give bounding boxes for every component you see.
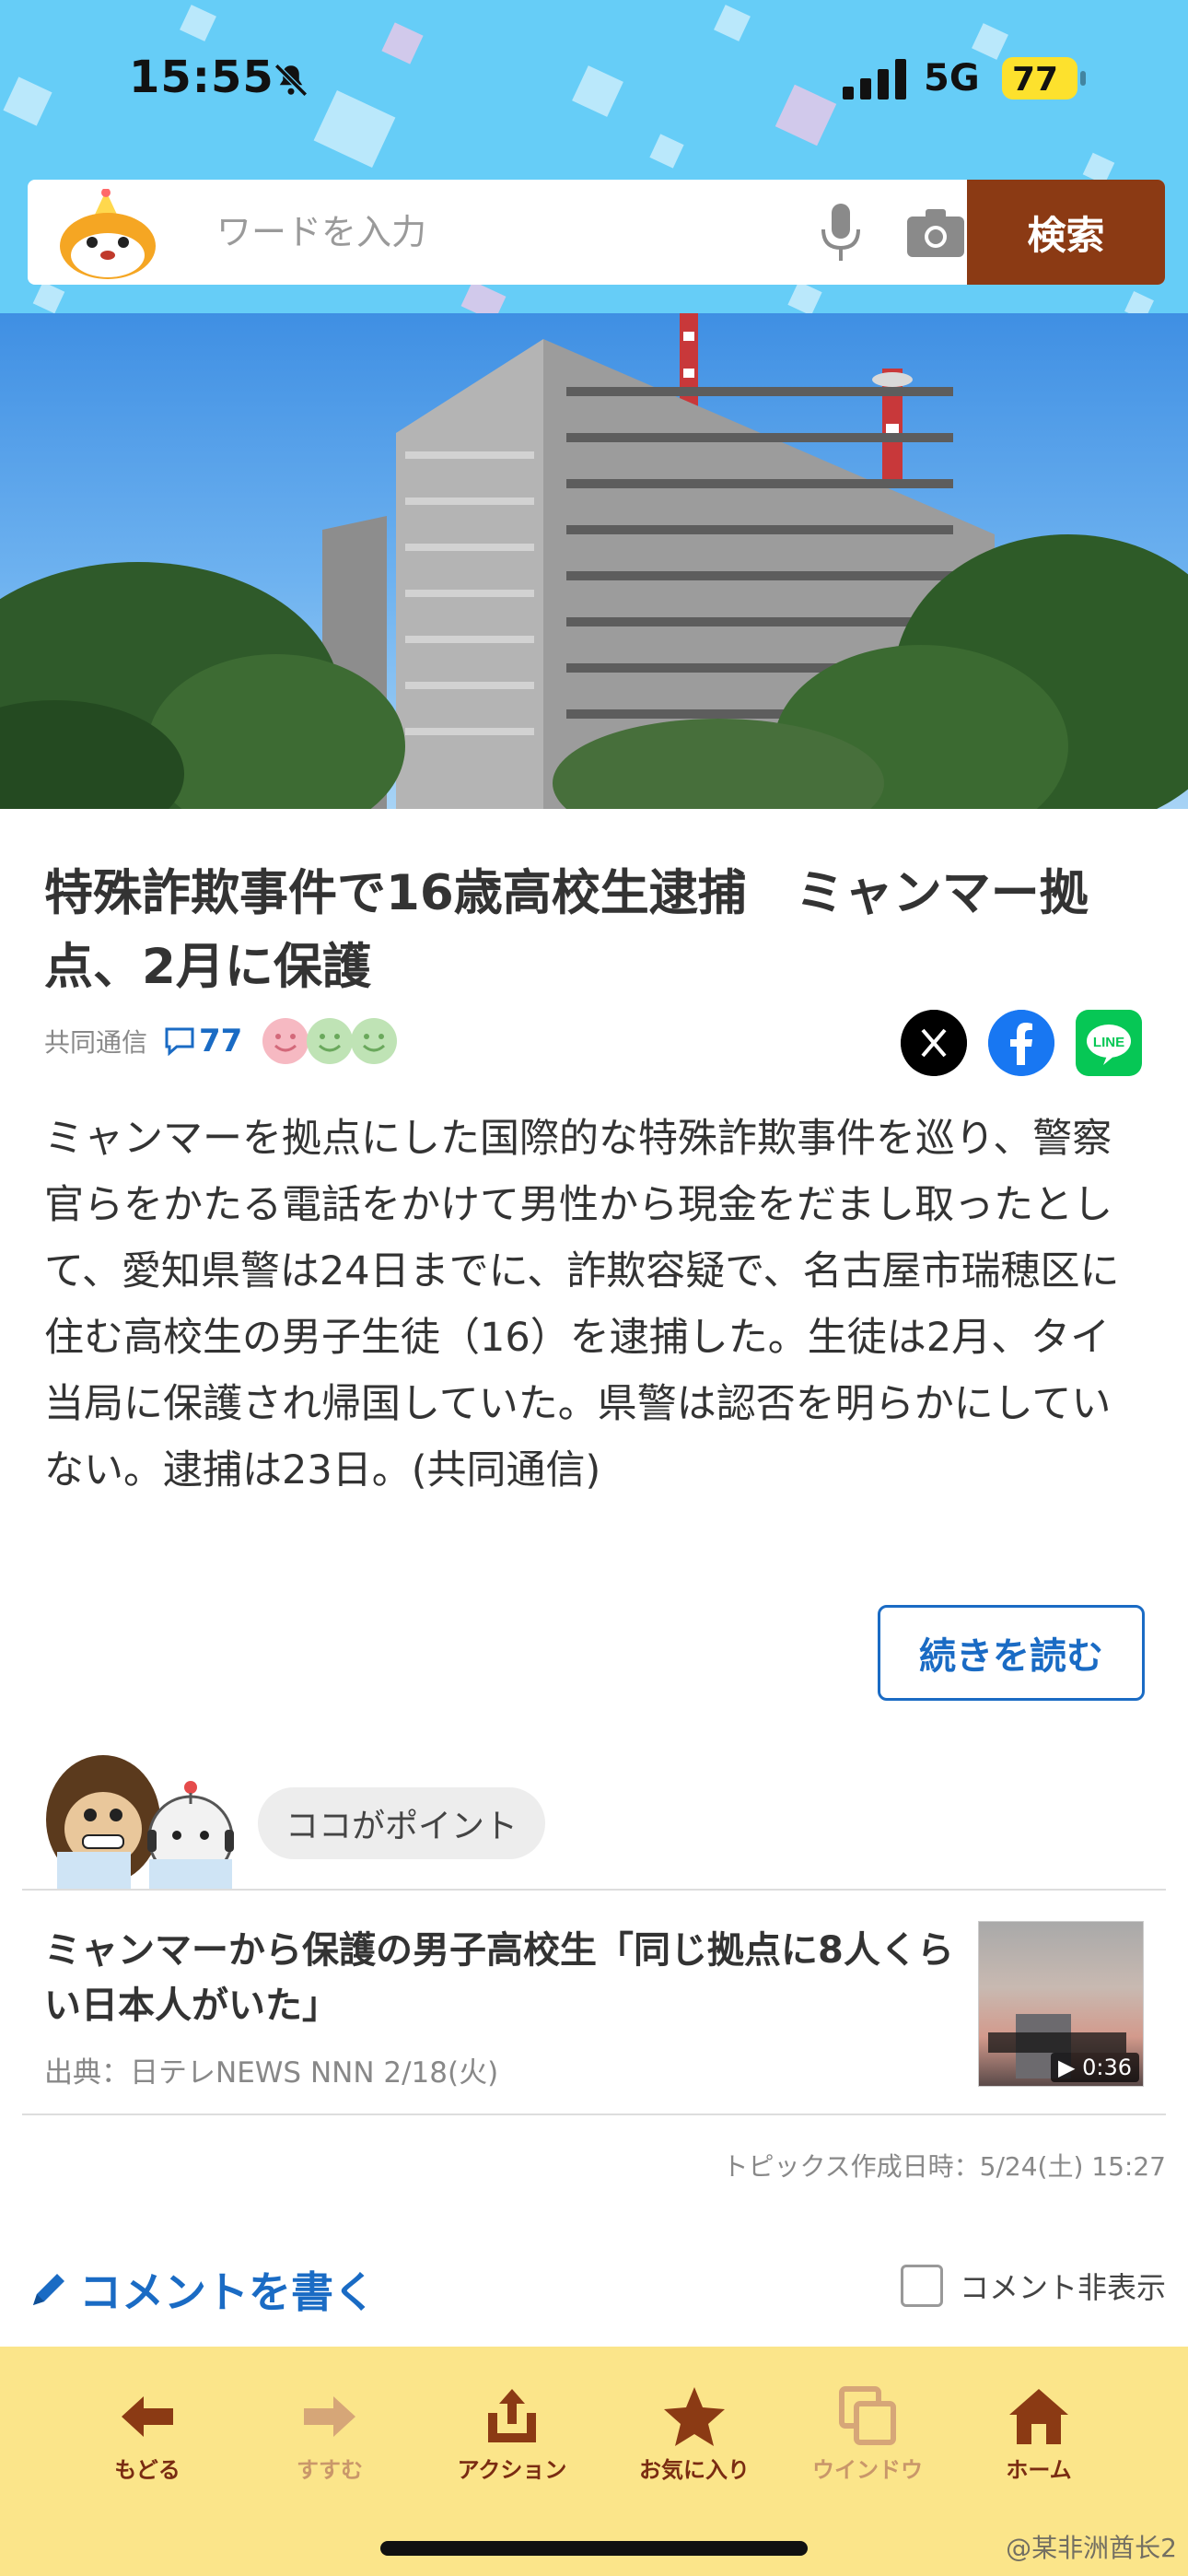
confetti	[787, 281, 822, 313]
toolbar-label: もどる	[114, 2457, 181, 2483]
battery-indicator: 77	[1002, 57, 1086, 100]
article-body: ミャンマーを拠点にした国際的な特殊詐欺事件を巡り、警察官らをかたる電話をかけて男…	[44, 1116, 1120, 1493]
signal-icon	[843, 59, 906, 100]
watermark: @某非洲酋长2	[1006, 2533, 1177, 2563]
toolbar-label: ウインドウ	[812, 2457, 923, 2483]
article-hero-image	[0, 313, 1188, 809]
smile-face-icon	[351, 1018, 398, 1064]
status-bar: 15:55 5G 77	[0, 0, 1188, 166]
comment-count-link[interactable]: 77	[164, 1023, 242, 1060]
svg-text:LINE: LINE	[1093, 1035, 1124, 1050]
divider	[22, 2113, 1166, 2115]
video-duration-badge: ▶ 0:36	[1051, 2053, 1139, 2082]
toolbar-label: お気に入り	[639, 2457, 750, 2483]
write-comment-link[interactable]: コメントを書く	[26, 2259, 376, 2320]
toolbar-home-button[interactable]: ホーム	[965, 2383, 1112, 2484]
related-article-card[interactable]: ミャンマーから保護の男子高校生「同じ拠点に8人くらい日本人がいた」 出典：日テレ…	[22, 1891, 1166, 2113]
related-video-thumbnail[interactable]: ▶ 0:36	[978, 1921, 1144, 2087]
camera-icon[interactable]	[907, 207, 964, 257]
microphone-icon[interactable]	[818, 204, 864, 263]
guinea-pig-mascot-icon	[60, 189, 156, 279]
search-input[interactable]	[189, 180, 778, 285]
police-building-photo	[0, 313, 1188, 809]
toolbar-window-button[interactable]: ウインドウ	[794, 2383, 941, 2484]
mascot-characters-icon	[46, 1755, 234, 1889]
line-share-icon[interactable]: LINE	[1076, 1010, 1142, 1076]
happy-face-icon	[262, 1018, 309, 1064]
search-bar: 検索	[28, 180, 1165, 285]
article-title: 特殊詐欺事件で16歳高校生逮捕 ミャンマー拠点、2月に保護	[44, 865, 1089, 995]
related-article-source: 出典：日テレNEWS NNN 2/18(火)	[44, 2056, 499, 2090]
confetti	[460, 280, 507, 313]
hide-comments-checkbox[interactable]	[900, 2265, 943, 2307]
related-article-title: ミャンマーから保護の男子高校生「同じ拠点に8人くらい日本人がいた」	[44, 1929, 954, 2027]
comment-count: 77	[199, 1023, 243, 1060]
smile-face-icon	[307, 1018, 354, 1064]
toolbar-label: すすむ	[297, 2457, 363, 2483]
x-share-icon[interactable]	[901, 1010, 967, 1076]
toolbar-back-button[interactable]: もどる	[74, 2383, 221, 2484]
forward-arrow-icon	[304, 2396, 355, 2437]
back-arrow-icon	[122, 2396, 173, 2437]
status-time: 15:55	[129, 52, 274, 103]
toolbar-forward-button[interactable]: すすむ	[256, 2383, 403, 2484]
home-icon	[1009, 2389, 1068, 2444]
bell-off-icon	[274, 64, 308, 97]
confetti	[32, 281, 65, 313]
pencil-icon	[33, 2274, 64, 2305]
hide-comments-label: コメント非表示	[959, 2270, 1166, 2305]
battery-level: 77	[1011, 61, 1059, 99]
topic-created-date: トピックス作成日時：5/24(土) 15:27	[722, 2151, 1166, 2182]
share-icon	[488, 2389, 536, 2442]
search-button[interactable]: 検索	[967, 180, 1165, 285]
article-meta: 共同通信 77	[44, 1013, 398, 1069]
reaction-faces[interactable]	[261, 1016, 398, 1066]
facebook-share-icon[interactable]	[988, 1010, 1054, 1076]
toolbar-label: アクション	[457, 2457, 567, 2483]
network-type: 5G	[924, 57, 980, 100]
article-source[interactable]: 共同通信	[44, 1023, 147, 1060]
write-comment-label: コメントを書く	[79, 2267, 376, 2317]
star-icon	[664, 2387, 725, 2446]
hide-comments-toggle[interactable]: コメント非表示	[900, 2265, 1166, 2307]
confetti	[1124, 291, 1154, 313]
toolbar-favorites-button[interactable]: お気に入り	[621, 2383, 768, 2484]
thumbnail-caption-bar	[988, 2032, 1126, 2053]
comment-bubble-icon	[165, 1027, 194, 1056]
read-more-button[interactable]: 続きを読む	[878, 1605, 1145, 1701]
toolbar-label: ホーム	[1006, 2457, 1072, 2483]
point-label: ココがポイント	[258, 1787, 546, 1859]
window-icon	[839, 2386, 896, 2445]
home-indicator[interactable]	[380, 2541, 808, 2556]
app-header: 15:55 5G 77 ワードを入力 検索	[0, 0, 1188, 313]
toolbar-action-button[interactable]: アクション	[438, 2383, 586, 2484]
